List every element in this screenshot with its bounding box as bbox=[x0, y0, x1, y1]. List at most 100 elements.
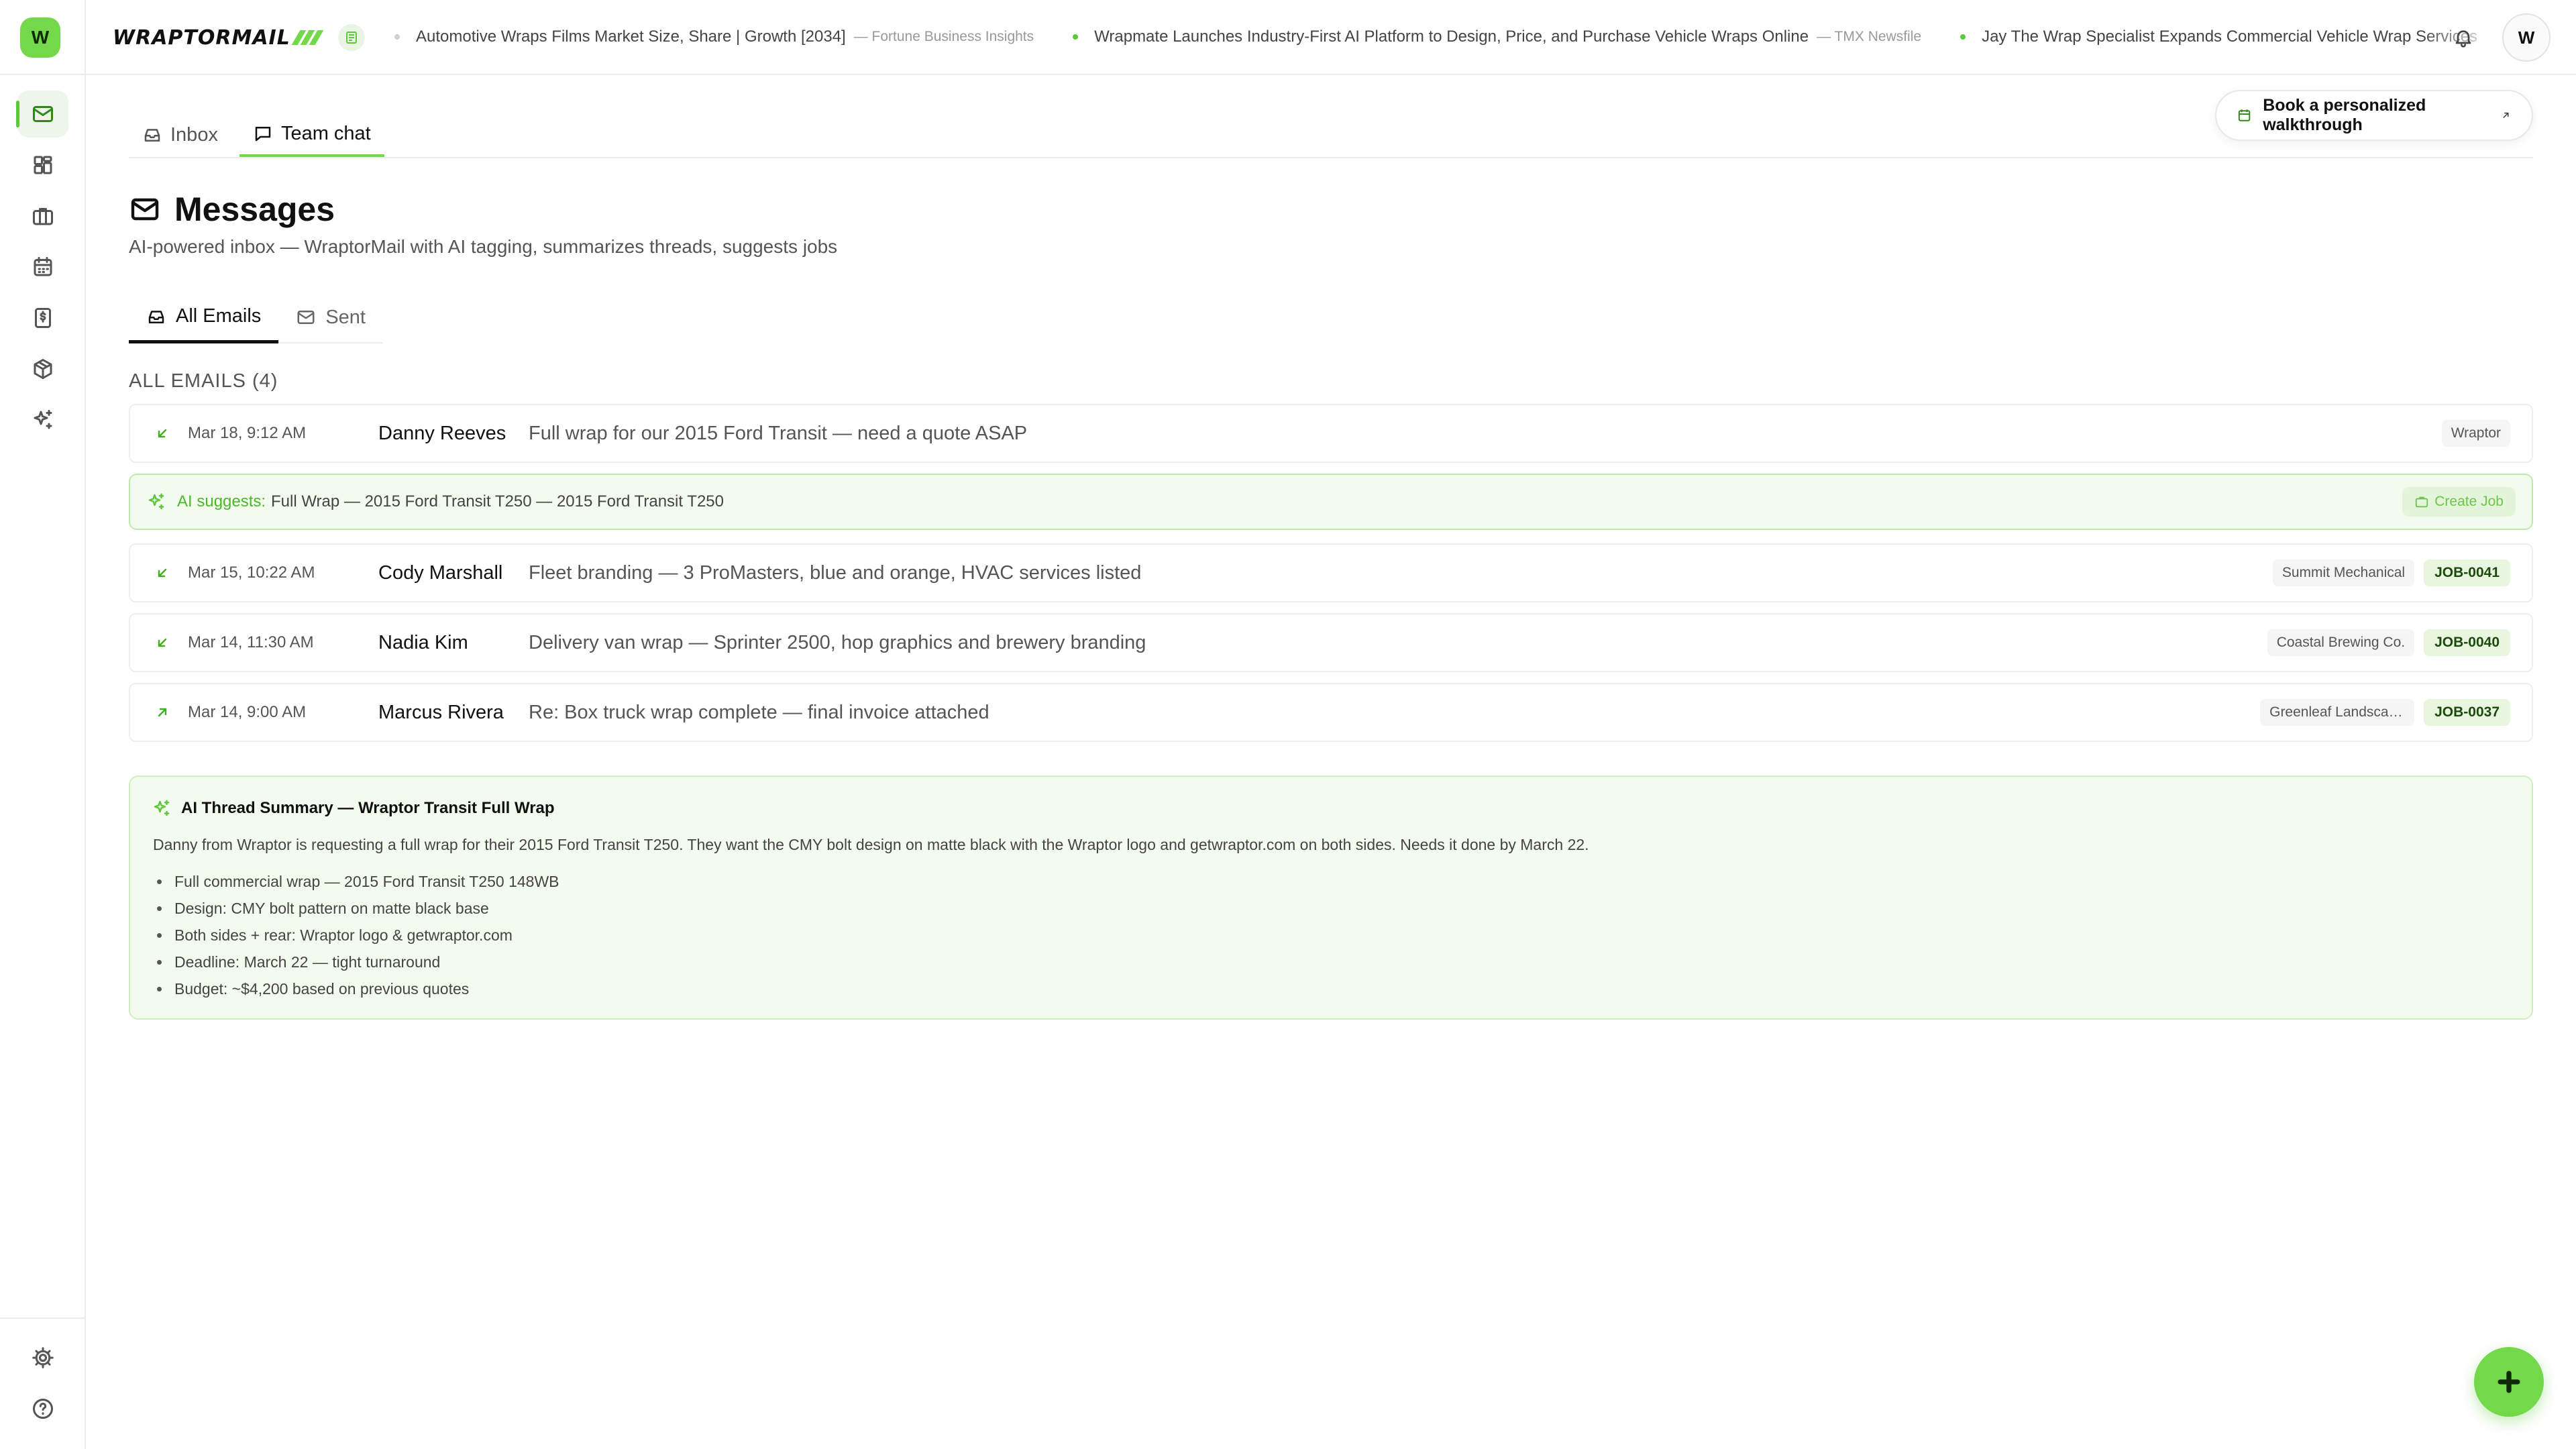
brand-slashes bbox=[291, 30, 324, 45]
email-time: Mar 14, 11:30 AM bbox=[188, 633, 314, 651]
mail-icon bbox=[33, 106, 53, 122]
summary-bullet: Deadline: March 22 — tight turnaround bbox=[153, 949, 559, 975]
sidebar-item-messages[interactable] bbox=[0, 89, 86, 140]
compose-button[interactable] bbox=[2474, 1347, 2544, 1417]
sidebar-item-ai[interactable] bbox=[0, 394, 86, 445]
email-tags: Greenleaf Landscaping JOB-0037 bbox=[2260, 699, 2510, 726]
incoming-arrow-icon bbox=[154, 635, 170, 651]
notifications-button[interactable] bbox=[2447, 21, 2479, 54]
email-sender: Marcus Rivera bbox=[378, 701, 504, 723]
chat-icon bbox=[255, 127, 271, 142]
tabs-divider bbox=[129, 157, 2533, 158]
tab-label: Sent bbox=[325, 306, 366, 328]
tab-inbox[interactable]: Inbox bbox=[129, 113, 231, 157]
brand-wordmark[interactable]: WRAPTORMAIL bbox=[113, 23, 324, 52]
book-walkthrough-button[interactable]: Book a personalized walkthrough bbox=[2215, 90, 2533, 141]
summary-header: AI Thread Summary — Wraptor Transit Full… bbox=[152, 798, 555, 818]
summary-bullet: Full commercial wrap — 2015 Ford Transit… bbox=[153, 868, 559, 895]
sidebar-item-dashboard[interactable] bbox=[0, 140, 86, 191]
summary-title: AI Thread Summary — Wraptor Transit Full… bbox=[181, 799, 555, 817]
ticker-dot bbox=[394, 34, 400, 40]
page-subtitle: AI-powered inbox — WraptorMail with AI t… bbox=[129, 236, 838, 257]
client-tag: Greenleaf Landscaping bbox=[2260, 699, 2415, 726]
external-link-icon bbox=[2503, 112, 2509, 118]
ai-suggest-label: AI suggests: bbox=[177, 492, 266, 511]
sidebar-item-jobs[interactable] bbox=[0, 191, 86, 241]
email-list: Mar 18, 9:12 AM Danny Reeves Full wrap f… bbox=[129, 404, 2533, 753]
ticker-source: — Fortune Business Insights bbox=[853, 29, 1034, 44]
calendar-icon bbox=[34, 257, 52, 276]
sidebar: W bbox=[0, 0, 86, 1449]
ai-thread-summary: AI Thread Summary — Wraptor Transit Full… bbox=[129, 775, 2533, 1020]
email-subject: Full wrap for our 2015 Ford Transit — ne… bbox=[529, 422, 1028, 444]
sparkles-icon bbox=[148, 493, 164, 510]
inbox-icon bbox=[144, 129, 160, 142]
summary-bullet: Budget: ~$4,200 based on previous quotes bbox=[153, 975, 559, 1002]
ai-suggestion-banner: AI suggests: Full Wrap — 2015 Ford Trans… bbox=[129, 474, 2533, 530]
walkthrough-label: Book a personalized walkthrough bbox=[2263, 96, 2426, 134]
ticker-item[interactable]: Automotive Wraps Films Market Size, Shar… bbox=[394, 28, 1034, 46]
page-title: Messages bbox=[174, 191, 335, 228]
ticker-source: — TMX Newsfile bbox=[1817, 29, 1922, 44]
client-tag: Wraptor bbox=[2441, 420, 2510, 447]
sidebar-item-help[interactable] bbox=[0, 1383, 86, 1434]
news-ticker: Automotive Wraps Films Market Size, Shar… bbox=[394, 0, 2501, 74]
email-row[interactable]: Mar 18, 9:12 AM Danny Reeves Full wrap f… bbox=[129, 404, 2533, 463]
page-header: Messages bbox=[129, 188, 335, 231]
summary-paragraph: Danny from Wraptor is requesting a full … bbox=[153, 836, 1589, 853]
sparkles-icon bbox=[34, 410, 52, 429]
plus-icon bbox=[2498, 1371, 2520, 1393]
email-subject: Fleet branding — 3 ProMasters, blue and … bbox=[529, 561, 1142, 584]
email-row[interactable]: Mar 14, 11:30 AM Nadia Kim Delivery van … bbox=[129, 613, 2533, 672]
gear-icon bbox=[32, 1347, 54, 1368]
tab-label: Inbox bbox=[170, 123, 218, 146]
user-avatar[interactable]: W bbox=[2502, 13, 2551, 62]
job-tag[interactable]: JOB-0040 bbox=[2424, 629, 2510, 656]
view-tabs: Inbox Team chat bbox=[129, 113, 392, 157]
sidebar-divider bbox=[0, 74, 86, 75]
inbox-icon bbox=[148, 310, 164, 323]
tab-all-emails[interactable]: All Emails bbox=[129, 292, 279, 343]
sidebar-item-invoices[interactable] bbox=[0, 292, 86, 343]
client-tag: Coastal Brewing Co. bbox=[2267, 629, 2415, 656]
news-feed-button[interactable] bbox=[338, 24, 365, 51]
bell-icon bbox=[2455, 30, 2471, 48]
job-tag[interactable]: JOB-0041 bbox=[2424, 559, 2510, 586]
mail-filter-tabs: All Emails Sent bbox=[129, 292, 383, 343]
ticker-title: Automotive Wraps Films Market Size, Shar… bbox=[416, 28, 846, 46]
client-tag: Summit Mechanical bbox=[2272, 559, 2415, 586]
brand-name: WRAPTORMAIL bbox=[113, 25, 290, 50]
email-row[interactable]: Mar 14, 9:00 AM Marcus Rivera Re: Box tr… bbox=[129, 683, 2533, 742]
email-time: Mar 15, 10:22 AM bbox=[188, 564, 315, 582]
email-sender: Cody Marshall bbox=[378, 561, 503, 584]
email-sender: Nadia Kim bbox=[378, 631, 468, 653]
create-job-label: Create Job bbox=[2434, 494, 2504, 509]
email-row[interactable]: Mar 15, 10:22 AM Cody Marshall Fleet bra… bbox=[129, 543, 2533, 602]
tab-team-chat[interactable]: Team chat bbox=[239, 113, 384, 157]
sidebar-item-settings[interactable] bbox=[0, 1332, 86, 1383]
ai-suggest-text: Full Wrap — 2015 Ford Transit T250 — 201… bbox=[271, 492, 724, 511]
briefcase-icon bbox=[2416, 496, 2428, 508]
tab-sent[interactable]: Sent bbox=[278, 292, 383, 343]
tab-label: Team chat bbox=[280, 122, 371, 144]
sparkles-icon bbox=[154, 800, 170, 816]
briefcase-icon bbox=[33, 208, 53, 225]
app-logo[interactable]: W bbox=[20, 17, 60, 58]
calendar-icon bbox=[2238, 109, 2251, 121]
summary-bullet: Both sides + rear: Wraptor logo & getwra… bbox=[153, 922, 559, 949]
email-tags: Summit Mechanical JOB-0041 bbox=[2272, 559, 2510, 586]
email-subject: Delivery van wrap — Sprinter 2500, hop g… bbox=[529, 631, 1146, 653]
create-job-button[interactable]: Create Job bbox=[2402, 487, 2516, 517]
email-sender: Danny Reeves bbox=[378, 422, 506, 444]
email-time: Mar 18, 9:12 AM bbox=[188, 424, 307, 442]
ticker-item[interactable]: Jay The Wrap Specialist Expands Commerci… bbox=[1960, 28, 2477, 46]
job-tag[interactable]: JOB-0037 bbox=[2424, 699, 2510, 726]
mail-icon bbox=[131, 198, 159, 221]
sidebar-item-inventory[interactable] bbox=[0, 343, 86, 394]
sidebar-item-calendar[interactable] bbox=[0, 241, 86, 292]
sidebar-divider bbox=[0, 1318, 86, 1319]
ticker-item[interactable]: Wrapmate Launches Industry-First AI Plat… bbox=[1073, 28, 1921, 46]
help-icon bbox=[33, 1399, 53, 1419]
email-tags: Wraptor bbox=[2441, 420, 2510, 447]
ticker-dot bbox=[1960, 34, 1966, 40]
